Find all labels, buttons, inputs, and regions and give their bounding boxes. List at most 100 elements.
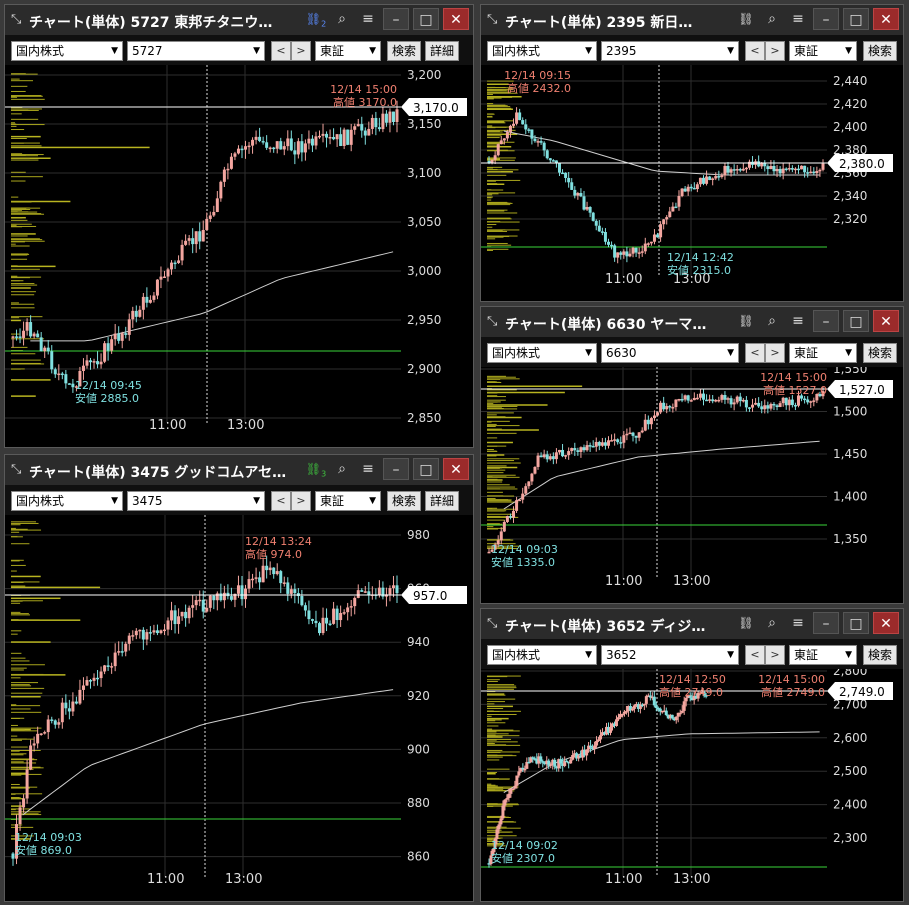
candle-body <box>113 652 117 667</box>
candle-body <box>356 590 360 598</box>
volume-profile-bar <box>487 94 493 96</box>
maximize-button[interactable]: □ <box>413 8 439 30</box>
volume-profile-bar <box>11 727 42 729</box>
search-icon[interactable]: ⌕ <box>761 310 783 332</box>
candle-body <box>778 403 782 408</box>
search-icon[interactable]: ⌕ <box>761 612 783 634</box>
code-select[interactable]: 6630 ▼ <box>601 343 739 363</box>
volume-profile-bar <box>11 294 35 296</box>
price-chart[interactable]: 2,4402,4202,4002,3802,3602,3402,32011:00… <box>481 65 903 301</box>
code-select[interactable]: 2395 ▼ <box>601 41 739 61</box>
search-button[interactable]: 検索 <box>863 41 897 61</box>
volume-profile-bar <box>11 275 18 277</box>
close-button[interactable]: ✕ <box>873 8 899 30</box>
candle-body <box>325 617 329 624</box>
code-select[interactable]: 5727 ▼ <box>127 41 265 61</box>
exchange-select[interactable]: 東証 ▼ <box>315 491 381 511</box>
volume-profile-bar <box>487 676 508 678</box>
close-button[interactable]: ✕ <box>443 8 469 30</box>
link-group-icon[interactable]: ⛓2 <box>305 8 327 30</box>
price-chart[interactable]: 1,550 1,500 1,450 1,400 1,350 11:00 13:00 1,527… <box>481 367 903 603</box>
maximize-button[interactable]: □ <box>843 310 869 332</box>
search-icon[interactable]: ⌕ <box>331 458 353 480</box>
link-group-icon[interactable]: ⛓3 <box>305 458 327 480</box>
exchange-select[interactable]: 東証 ▼ <box>789 41 857 61</box>
candle-body <box>18 336 22 338</box>
prev-button[interactable]: < <box>271 491 291 511</box>
volume-profile-bar <box>487 728 493 730</box>
title-bar[interactable]: ⤡ チャート(単体) 3475 グッドコムアセ… ⛓3 ⌕ ≡ – □ ✕ <box>5 455 473 485</box>
search-button[interactable]: 検索 <box>863 645 897 665</box>
minimize-button[interactable]: – <box>813 8 839 30</box>
prev-button[interactable]: < <box>271 41 291 61</box>
maximize-button[interactable]: □ <box>843 8 869 30</box>
close-button[interactable]: ✕ <box>873 310 899 332</box>
candle-body <box>282 582 286 584</box>
market-select[interactable]: 国内株式 ▼ <box>11 41 123 61</box>
volume-profile-bar <box>487 395 498 397</box>
minimize-button[interactable]: – <box>813 612 839 634</box>
exchange-select[interactable]: 東証 ▼ <box>789 343 857 363</box>
candle-body <box>539 455 543 458</box>
volume-profile-bar <box>487 458 520 460</box>
search-icon[interactable]: ⌕ <box>331 8 353 30</box>
search-button[interactable]: 検索 <box>387 41 421 61</box>
candle-body <box>680 188 684 197</box>
menu-icon[interactable]: ≡ <box>787 8 809 30</box>
volume-profile-bar <box>11 536 18 538</box>
link-icon[interactable]: ⛓ <box>735 8 757 30</box>
detail-button[interactable]: 詳細 <box>425 491 459 511</box>
minimize-button[interactable]: – <box>813 310 839 332</box>
search-button[interactable]: 検索 <box>863 343 897 363</box>
price-chart[interactable]: 98096094092090088086011:0013:00957.012/1… <box>5 515 473 901</box>
title-bar[interactable]: ⤡ チャート(単体) 3652 ディジ… ⛓ ⌕ ≡ – □ ✕ <box>481 609 903 639</box>
volume-profile-bar <box>487 107 512 109</box>
prev-button[interactable]: < <box>745 343 765 363</box>
exchange-select[interactable]: 東証 ▼ <box>315 41 381 61</box>
close-button[interactable]: ✕ <box>443 458 469 480</box>
next-button[interactable]: > <box>765 343 785 363</box>
candle-body <box>60 702 64 723</box>
detail-button[interactable]: 詳細 <box>425 41 459 61</box>
market-select[interactable]: 国内株式 ▼ <box>487 645 597 665</box>
search-icon[interactable]: ⌕ <box>761 8 783 30</box>
title-bar[interactable]: ⤡ チャート(単体) 6630 ヤーマ… ⛓ ⌕ ≡ – □ ✕ <box>481 307 903 337</box>
exchange-select[interactable]: 東証 ▼ <box>789 645 857 665</box>
minimize-button[interactable]: – <box>383 8 409 30</box>
volume-profile-bar <box>11 96 18 98</box>
market-select[interactable]: 国内株式 ▼ <box>487 343 597 363</box>
menu-icon[interactable]: ≡ <box>787 310 809 332</box>
next-button[interactable]: > <box>291 41 311 61</box>
search-button[interactable]: 検索 <box>387 491 421 511</box>
code-select[interactable]: 3475 ▼ <box>127 491 265 511</box>
menu-icon[interactable]: ≡ <box>357 458 379 480</box>
maximize-button[interactable]: □ <box>843 612 869 634</box>
close-button[interactable]: ✕ <box>873 612 899 634</box>
link-icon[interactable]: ⛓ <box>735 612 757 634</box>
next-button[interactable]: > <box>291 491 311 511</box>
candle-body <box>391 585 395 589</box>
next-button[interactable]: > <box>765 645 785 665</box>
link-icon[interactable]: ⛓ <box>735 310 757 332</box>
market-select[interactable]: 国内株式 ▼ <box>11 491 123 511</box>
candle-body <box>674 206 678 209</box>
title-bar[interactable]: ⤡ チャート(単体) 5727 東邦チタニウ… ⛓2 ⌕ ≡ – □ ✕ <box>5 5 473 35</box>
prev-button[interactable]: < <box>745 41 765 61</box>
volume-profile-bar <box>11 90 26 92</box>
candle-body <box>622 251 626 255</box>
price-chart[interactable]: 2,8002,7002,6002,5002,4002,30011:00 13:00… <box>481 669 903 901</box>
title-bar[interactable]: ⤡ チャート(単体) 2395 新日… ⛓ ⌕ ≡ – □ ✕ <box>481 5 903 35</box>
candle-body <box>564 172 568 178</box>
volume-profile-bar <box>487 103 494 105</box>
maximize-button[interactable]: □ <box>413 458 439 480</box>
market-select[interactable]: 国内株式 ▼ <box>487 41 597 61</box>
code-select[interactable]: 3652 ▼ <box>601 645 739 665</box>
next-button[interactable]: > <box>765 41 785 61</box>
menu-icon[interactable]: ≡ <box>787 612 809 634</box>
menu-icon[interactable]: ≡ <box>357 8 379 30</box>
volume-profile-bar <box>11 317 20 319</box>
candle-body <box>106 343 110 351</box>
minimize-button[interactable]: – <box>383 458 409 480</box>
prev-button[interactable]: < <box>745 645 765 665</box>
price-chart[interactable]: 3,200 3,150 3,100 3,050 3,000 2,950 2,900 2,850… <box>5 65 473 447</box>
